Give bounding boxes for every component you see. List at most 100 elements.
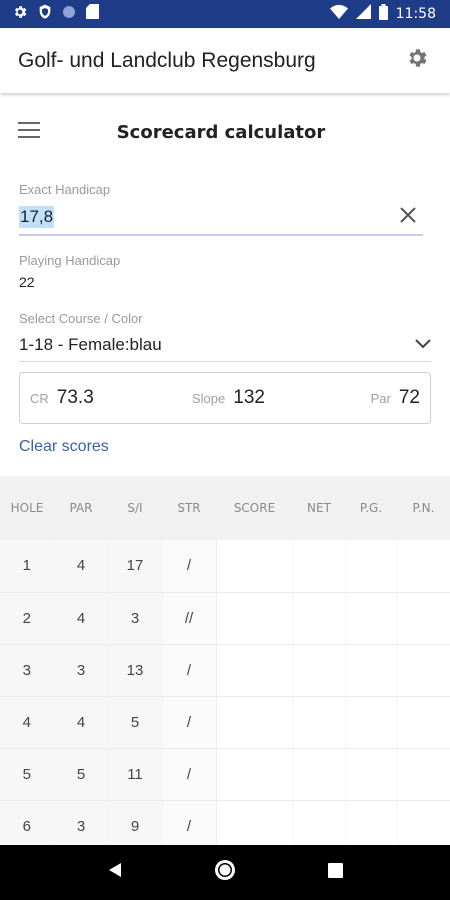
- pg-cell: [345, 748, 398, 801]
- table-row: 4 4 5 /: [0, 696, 450, 749]
- signal-icon: [355, 4, 371, 24]
- page-title: Scorecard calculator: [116, 121, 326, 143]
- score-cell[interactable]: [216, 748, 294, 801]
- menu-button[interactable]: [18, 121, 42, 143]
- pn-cell: [397, 748, 450, 801]
- par-cell: 4: [54, 696, 109, 749]
- clear-input-button[interactable]: [395, 204, 421, 230]
- par-cell: 5: [54, 748, 109, 801]
- course-select-value: 1-18 - Female:blau: [19, 334, 162, 354]
- recents-square-icon: [327, 862, 343, 883]
- net-cell: [293, 696, 346, 749]
- net-cell: [293, 644, 346, 697]
- clear-scores-link[interactable]: Clear scores: [19, 438, 109, 456]
- net-cell: [293, 748, 346, 801]
- status-right-icons: 11:58: [329, 3, 436, 25]
- course-rating: CR 73.3: [30, 387, 94, 409]
- home-button[interactable]: [205, 853, 245, 893]
- hole-cell: 5: [0, 748, 55, 801]
- strokes-cell: /: [162, 644, 217, 697]
- table-row: 1 4 17 /: [0, 540, 450, 593]
- course-select[interactable]: 1-18 - Female:blau: [19, 328, 431, 362]
- net-cell: [293, 592, 346, 645]
- si-cell: 3: [108, 592, 163, 645]
- pn-cell: [397, 644, 450, 697]
- cr-label: CR: [30, 391, 49, 406]
- gear-icon: [405, 46, 429, 75]
- home-circle-icon: [214, 859, 236, 886]
- pn-cell: [397, 696, 450, 749]
- status-time: 11:58: [395, 6, 436, 22]
- si-cell: 17: [108, 540, 163, 593]
- net-cell: [293, 540, 346, 593]
- pg-cell: [345, 540, 398, 593]
- column-header-pg: P.G.: [345, 476, 397, 540]
- app-title: Golf- und Landclub Regensburg: [18, 48, 316, 72]
- score-cell[interactable]: [216, 540, 294, 593]
- column-header-score: SCORE: [216, 476, 293, 540]
- wifi-icon: [329, 4, 348, 24]
- table-row: 2 4 3 //: [0, 592, 450, 645]
- exact-handicap-input[interactable]: 17,8: [19, 200, 423, 236]
- slope-value: 132: [233, 387, 265, 408]
- pn-cell: [397, 540, 450, 593]
- system-nav-bar: [0, 845, 450, 900]
- column-header-pn: P.N.: [397, 476, 450, 540]
- column-header-hole: HOLE: [0, 476, 54, 540]
- par-value: 72: [398, 387, 420, 408]
- recents-button[interactable]: [315, 853, 355, 893]
- exact-handicap-value[interactable]: 17,8: [19, 206, 55, 228]
- hamburger-menu-icon: [18, 121, 40, 143]
- hole-cell: 3: [0, 644, 55, 697]
- pn-cell: [397, 592, 450, 645]
- column-header-net: NET: [293, 476, 345, 540]
- sd-card-icon: [86, 4, 99, 24]
- playing-handicap-value: 22: [19, 274, 35, 290]
- status-bar: 11:58: [0, 0, 450, 28]
- circle-icon: [62, 5, 76, 24]
- hole-cell: 2: [0, 592, 55, 645]
- hole-cell: 1: [0, 540, 55, 593]
- app-bar: Golf- und Landclub Regensburg: [0, 28, 450, 93]
- column-header-str: STR: [162, 476, 216, 540]
- score-table: HOLE PAR S/I STR SCORE NET P.G. P.N. 1 4…: [0, 476, 450, 853]
- table-row: 3 3 13 /: [0, 644, 450, 697]
- settings-button[interactable]: [402, 46, 432, 76]
- slope-rating: Slope 132: [192, 387, 265, 409]
- score-cell[interactable]: [216, 592, 294, 645]
- playing-handicap-label: Playing Handicap: [19, 253, 121, 268]
- back-triangle-icon: [108, 862, 122, 883]
- chevron-down-icon: [415, 336, 431, 354]
- strokes-cell: //: [162, 592, 217, 645]
- shield-icon: [38, 4, 52, 25]
- course-select-label: Select Course / Color: [19, 311, 143, 326]
- pg-cell: [345, 592, 398, 645]
- score-cell[interactable]: [216, 696, 294, 749]
- hole-cell: 4: [0, 696, 55, 749]
- strokes-cell: /: [162, 540, 217, 593]
- strokes-cell: /: [162, 748, 217, 801]
- strokes-cell: /: [162, 696, 217, 749]
- cr-value: 73.3: [56, 387, 94, 408]
- course-par: Par 72: [371, 387, 420, 409]
- pg-cell: [345, 696, 398, 749]
- pg-cell: [345, 644, 398, 697]
- close-icon: [400, 206, 416, 228]
- battery-icon: [378, 3, 388, 25]
- status-left-icons: [12, 4, 99, 25]
- settings-icon: [12, 4, 28, 25]
- par-cell: 4: [54, 540, 109, 593]
- par-cell: 4: [54, 592, 109, 645]
- table-row: 5 5 11 /: [0, 748, 450, 801]
- column-header-par: PAR: [54, 476, 108, 540]
- si-cell: 5: [108, 696, 163, 749]
- exact-handicap-label: Exact Handicap: [19, 182, 111, 197]
- back-button[interactable]: [95, 853, 135, 893]
- par-cell: 3: [54, 644, 109, 697]
- course-rating-box: CR 73.3 Slope 132 Par 72: [19, 372, 431, 424]
- score-table-header: HOLE PAR S/I STR SCORE NET P.G. P.N.: [0, 476, 450, 540]
- column-header-si: S/I: [108, 476, 162, 540]
- score-cell[interactable]: [216, 644, 294, 697]
- score-table-body: 1 4 17 / 2 4 3 // 3 3 13 / 4 4 5 / 5 5 1…: [0, 540, 450, 853]
- par-label: Par: [370, 391, 391, 406]
